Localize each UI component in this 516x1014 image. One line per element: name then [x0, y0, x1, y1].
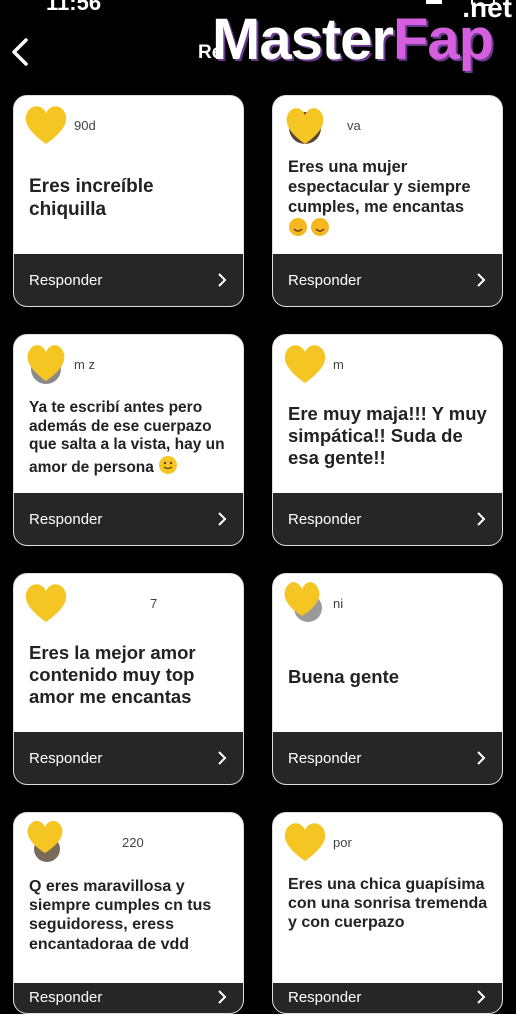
reply-card: 7 Eres la mejor amor contenido muy top a… — [13, 573, 244, 785]
card-body: m z Ya te escribí antes pero además de e… — [14, 335, 243, 493]
chevron-right-icon — [218, 512, 227, 526]
avatar-heart-icon — [284, 345, 326, 383]
reply-card: por Eres una chica guapísima con una son… — [272, 812, 503, 1014]
reply-button[interactable]: Responder — [273, 983, 502, 1013]
reply-button[interactable]: Responder — [14, 493, 243, 545]
message-text: Ya te escribí antes pero además de ese c… — [29, 399, 233, 480]
watermark-suffix: .net — [462, 0, 512, 23]
reply-button[interactable]: Responder — [273, 254, 502, 306]
chevron-right-icon — [477, 751, 486, 765]
card-body: 90d Eres increíble chiquilla — [14, 96, 243, 254]
reply-button[interactable]: Responder — [14, 732, 243, 784]
username: 90d — [74, 118, 96, 133]
username: 220 — [122, 835, 144, 850]
avatar-heart-icon — [25, 106, 67, 144]
reply-label: Responder — [29, 272, 103, 289]
card-body: 7 Eres la mejor amor contenido muy top a… — [14, 574, 243, 732]
reply-label: Responder — [29, 750, 103, 767]
back-chevron-icon[interactable] — [6, 34, 36, 70]
chevron-right-icon — [218, 273, 227, 287]
status-time: 11:56 — [46, 0, 102, 15]
reply-button[interactable]: Responder — [14, 983, 243, 1013]
reply-card: va Eres una mujer espectacular y siempre… — [272, 95, 503, 307]
card-body: va Eres una mujer espectacular y siempre… — [273, 96, 502, 254]
username: ni — [333, 596, 344, 611]
message-text: Buena gente — [288, 666, 400, 687]
chevron-right-icon — [218, 990, 227, 1004]
avatar-heart-icon — [286, 108, 324, 144]
chevron-right-icon — [477, 512, 486, 526]
card-body: por Eres una chica guapísima con una son… — [273, 813, 502, 971]
chevron-right-icon — [477, 273, 486, 287]
avatar-heart-icon — [27, 820, 63, 862]
chevron-right-icon — [477, 990, 486, 1004]
card-body: m Ere muy maja!!! Y muy simpática!! Suda… — [273, 335, 502, 493]
reply-card: ni Buena gente Responder — [272, 573, 503, 785]
reply-button[interactable]: Responder — [273, 732, 502, 784]
watermark-text: MasterFap — [212, 7, 494, 72]
avatar-heart-icon — [25, 584, 67, 622]
reply-card: m z Ya te escribí antes pero además de e… — [13, 334, 244, 546]
reply-button[interactable]: Responder — [273, 493, 502, 545]
username: por — [333, 835, 352, 850]
reply-card: m Ere muy maja!!! Y muy simpática!! Suda… — [272, 334, 503, 546]
username: m z — [74, 357, 95, 372]
card-body: ni Buena gente — [273, 574, 502, 732]
slight-smile-emoji-icon — [158, 455, 178, 481]
message-text: Ere muy maja!!! Y muy simpática!! Suda d… — [288, 403, 487, 469]
username: m — [333, 357, 344, 372]
smiling-hearts-emoji-icon — [288, 217, 330, 243]
reply-label: Responder — [288, 989, 362, 1006]
message-text: Eres la mejor amor contenido muy top amo… — [29, 642, 196, 708]
avatar-heart-icon — [284, 823, 326, 861]
avatar-heart-icon — [284, 582, 322, 622]
reply-label: Responder — [288, 272, 362, 289]
reply-card: 220 Q eres maravillosa y siempre cumples… — [13, 812, 244, 1014]
watermark-logo: MasterFap .net — [212, 0, 516, 76]
message-text: Eres una mujer espectacular y siempre cu… — [288, 158, 492, 243]
reply-label: Responder — [29, 989, 103, 1006]
reply-button[interactable]: Responder — [14, 254, 243, 306]
avatar-heart-icon — [27, 345, 65, 384]
username: 7 — [150, 596, 158, 611]
message-text: Eres una chica guapísima con una sonrisa… — [288, 876, 488, 932]
chevron-right-icon — [218, 751, 227, 765]
message-text: Eres increíble chiquilla — [29, 176, 154, 220]
reply-label: Responder — [288, 511, 362, 528]
reply-label: Responder — [29, 511, 103, 528]
card-body: 220 Q eres maravillosa y siempre cumples… — [14, 813, 243, 971]
reply-card: 90d Eres increíble chiquilla Responder — [13, 95, 244, 307]
message-text: Q eres maravillosa y siempre cumples cn … — [29, 878, 212, 953]
reply-label: Responder — [288, 750, 362, 767]
username: va — [347, 118, 361, 133]
